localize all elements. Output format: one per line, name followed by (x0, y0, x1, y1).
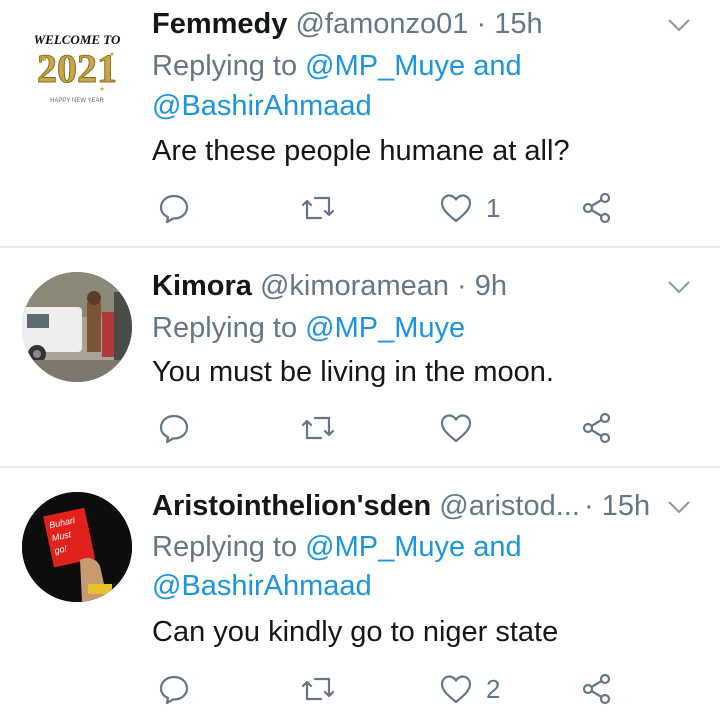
avatar-femmedy[interactable]: WELCOME TO 2021 HAPPY NEW YEAR (22, 4, 132, 114)
like-icon[interactable] (436, 408, 476, 448)
tweet-text: You must be living in the moon. (152, 356, 554, 388)
retweet-icon[interactable] (298, 669, 338, 709)
reply-icon[interactable] (154, 188, 194, 228)
share-icon[interactable] (577, 188, 617, 228)
tweet-3[interactable]: Buhari Must go! Aristointhelion'sden @ar… (0, 468, 720, 717)
street-scene-avatar-image (22, 272, 132, 382)
tweet-1[interactable]: WELCOME TO 2021 HAPPY NEW YEAR Femmedy @… (0, 0, 720, 246)
mention-link[interactable]: @BashirAhmaad (152, 90, 372, 122)
mention-link[interactable]: @MP_Muye and (305, 531, 521, 563)
caret-down-icon[interactable] (666, 274, 692, 300)
red-card-avatar-image: Buhari Must go! (22, 492, 132, 602)
tweet-text: Can you kindly go to niger state (152, 616, 559, 648)
mention-link[interactable]: @MP_Muye (305, 312, 465, 344)
timestamp[interactable]: 15h (602, 490, 650, 522)
like-count: 1 (486, 193, 501, 223)
avatar-kimora[interactable] (22, 272, 132, 382)
svg-text:HAPPY NEW YEAR: HAPPY NEW YEAR (50, 98, 104, 104)
avatar-aristointhelionsden[interactable]: Buhari Must go! (22, 492, 132, 602)
tweet-time: · 15h (584, 486, 654, 526)
replying-prefix: Replying to (152, 531, 298, 563)
replying-prefix: Replying to (152, 50, 298, 82)
mention-link[interactable]: @MP_Muye and (305, 50, 521, 82)
timestamp[interactable]: 9h (475, 270, 507, 302)
welcome-2021-avatar-image: WELCOME TO 2021 HAPPY NEW YEAR (22, 4, 132, 114)
retweet-icon[interactable] (298, 408, 338, 448)
user-handle[interactable]: @famonzo01 (295, 8, 468, 40)
caret-down-icon[interactable] (666, 494, 692, 520)
replying-to-line2: @BashirAhmaad (152, 566, 372, 606)
share-icon[interactable] (577, 408, 617, 448)
like-icon[interactable] (436, 669, 476, 709)
tweet-header: Kimora @kimoramean · 9h (152, 266, 650, 306)
retweet-icon[interactable] (298, 188, 338, 228)
display-name[interactable]: Kimora (152, 270, 252, 302)
tweet-2[interactable]: Kimora @kimoramean · 9h Replying to @MP_… (0, 248, 720, 466)
separator-dot: · (584, 490, 594, 522)
tweet-header: Femmedy @famonzo01 · 15h (152, 4, 650, 44)
replying-to: Replying to @MP_Muye (152, 308, 465, 348)
svg-text:WELCOME TO: WELCOME TO (34, 32, 121, 47)
caret-down-icon[interactable] (666, 12, 692, 38)
like-count: 2 (486, 674, 501, 704)
display-name[interactable]: Femmedy (152, 8, 287, 40)
separator-dot: · (476, 8, 487, 40)
tweet-text: Are these people humane at all? (152, 135, 570, 167)
replying-to: Replying to @MP_Muye and (152, 527, 522, 567)
separator-dot: · (457, 270, 467, 302)
svg-text:2021: 2021 (37, 46, 117, 91)
tweet-header: Aristointhelion'sden @aristod... (152, 486, 594, 526)
reply-icon[interactable] (154, 669, 194, 709)
mention-link[interactable]: @BashirAhmaad (152, 570, 372, 602)
like-icon[interactable] (436, 188, 476, 228)
user-handle[interactable]: @aristod... (439, 490, 580, 522)
reply-icon[interactable] (154, 408, 194, 448)
share-icon[interactable] (577, 669, 617, 709)
replying-prefix: Replying to (152, 312, 298, 344)
user-handle[interactable]: @kimoramean (260, 270, 449, 302)
replying-to: Replying to @MP_Muye and (152, 46, 522, 86)
display-name[interactable]: Aristointhelion'sden (152, 490, 431, 522)
timestamp[interactable]: 15h (494, 8, 542, 40)
replying-to-line2: @BashirAhmaad (152, 86, 372, 126)
